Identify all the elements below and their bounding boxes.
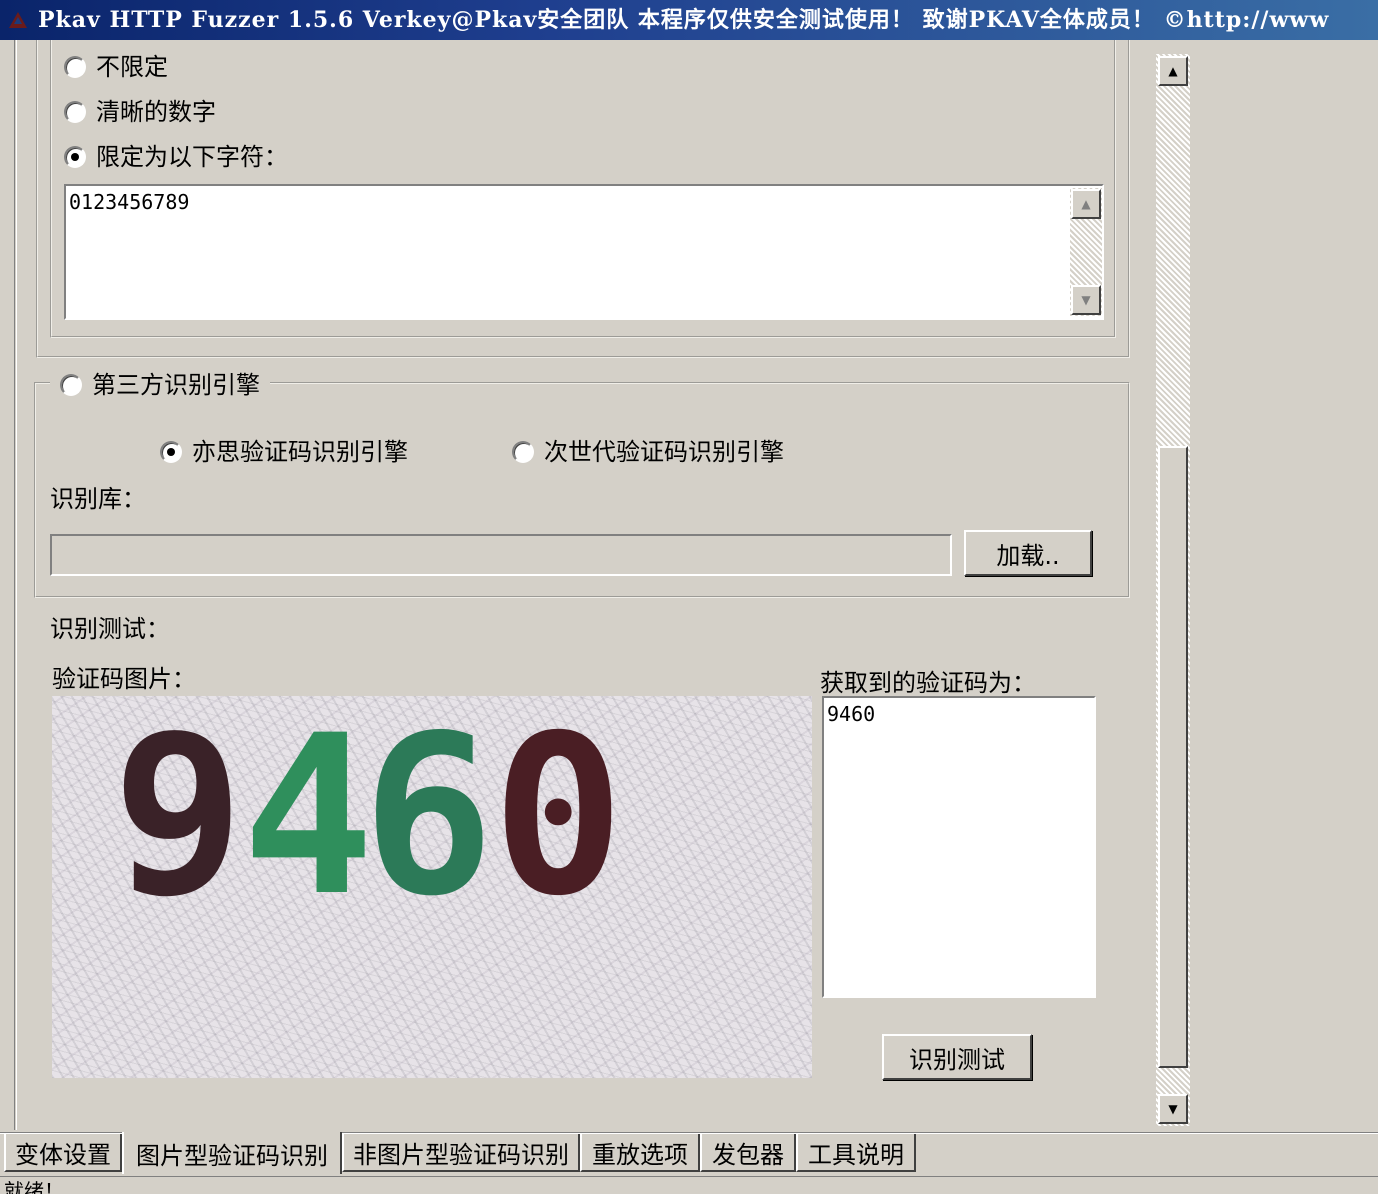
radio-label: 不限定 (96, 53, 168, 81)
radio-no-limit[interactable]: 不限定 (64, 52, 168, 82)
tab-image-captcha[interactable]: 图片型验证码识别 (122, 1132, 342, 1174)
captcha-digit: 9 (112, 696, 245, 944)
arrow-down-icon: ▼ (1168, 1102, 1178, 1116)
tab-replay-options[interactable]: 重放选项 (580, 1134, 700, 1172)
load-button[interactable]: 加载.. (964, 530, 1092, 576)
tab-variant-settings[interactable]: 变体设置 (4, 1134, 122, 1172)
radio-button[interactable] (64, 56, 86, 78)
scroll-up-button[interactable]: ▲ (1071, 189, 1101, 219)
panel-border (14, 40, 17, 1130)
library-label: 识别库： (50, 485, 146, 513)
result-label: 获取到的验证码为： (820, 669, 1036, 697)
radio-label: 限定为以下字符： (96, 143, 288, 171)
captcha-digit: 4 (242, 696, 375, 944)
title-bar: Pkav HTTP Fuzzer 1.5.6 Verkey@Pkav安全团队 本… (0, 0, 1378, 40)
recognize-test-button[interactable]: 识别测试 (882, 1034, 1032, 1080)
app-icon (9, 12, 27, 28)
library-path-field[interactable] (50, 534, 952, 576)
allowed-chars-value: 0123456789 (69, 190, 190, 214)
radio-limit-chars[interactable]: 限定为以下字符： (64, 142, 288, 172)
tab-packet-sender[interactable]: 发包器 (700, 1134, 796, 1172)
arrow-down-icon: ▼ (1081, 293, 1091, 307)
captcha-image-label: 验证码图片： (52, 665, 196, 693)
result-value: 9460 (827, 702, 876, 726)
radio-label: 亦思验证码识别引擎 (192, 438, 408, 466)
test-heading: 识别测试： (50, 615, 170, 643)
radio-engine-next-gen[interactable]: 次世代验证码识别引擎 (512, 437, 784, 467)
scroll-down-button[interactable]: ▼ (1071, 285, 1101, 315)
allowed-chars-textarea[interactable]: 0123456789 (64, 184, 1104, 320)
window-title: Pkav HTTP Fuzzer 1.5.6 Verkey@Pkav安全团队 本… (38, 7, 1330, 33)
status-bar: 就绪！ (0, 1176, 1378, 1194)
scrollbar-thumb[interactable] (1158, 446, 1188, 1068)
arrow-up-icon: ▲ (1168, 64, 1178, 78)
radio-label: 次世代验证码识别引擎 (544, 438, 784, 466)
radio-label: 清晰的数字 (96, 98, 216, 126)
result-textarea[interactable]: 9460 (822, 696, 1096, 998)
group-legend: 第三方识别引擎 (92, 371, 260, 399)
radio-button[interactable] (160, 441, 182, 463)
tab-non-image-captcha[interactable]: 非图片型验证码识别 (342, 1134, 580, 1172)
radio-button[interactable] (512, 441, 534, 463)
radio-button[interactable] (64, 101, 86, 123)
captcha-image: 9 4 6 0 (52, 696, 812, 1078)
tab-tool-help[interactable]: 工具说明 (796, 1134, 916, 1172)
status-text: 就绪！ (4, 1179, 64, 1194)
radio-third-party[interactable]: 第三方识别引擎 (50, 370, 270, 400)
captcha-digit: 6 (362, 696, 495, 944)
radio-clear-digits[interactable]: 清晰的数字 (64, 97, 216, 127)
radio-button[interactable] (64, 146, 86, 168)
captcha-digit: 0 (492, 696, 625, 944)
radio-button[interactable] (60, 374, 82, 396)
arrow-up-icon: ▲ (1081, 197, 1091, 211)
main-scroll-down-button[interactable]: ▼ (1158, 1094, 1188, 1124)
main-scroll-up-button[interactable]: ▲ (1158, 56, 1188, 86)
radio-engine-yisi[interactable]: 亦思验证码识别引擎 (160, 437, 408, 467)
